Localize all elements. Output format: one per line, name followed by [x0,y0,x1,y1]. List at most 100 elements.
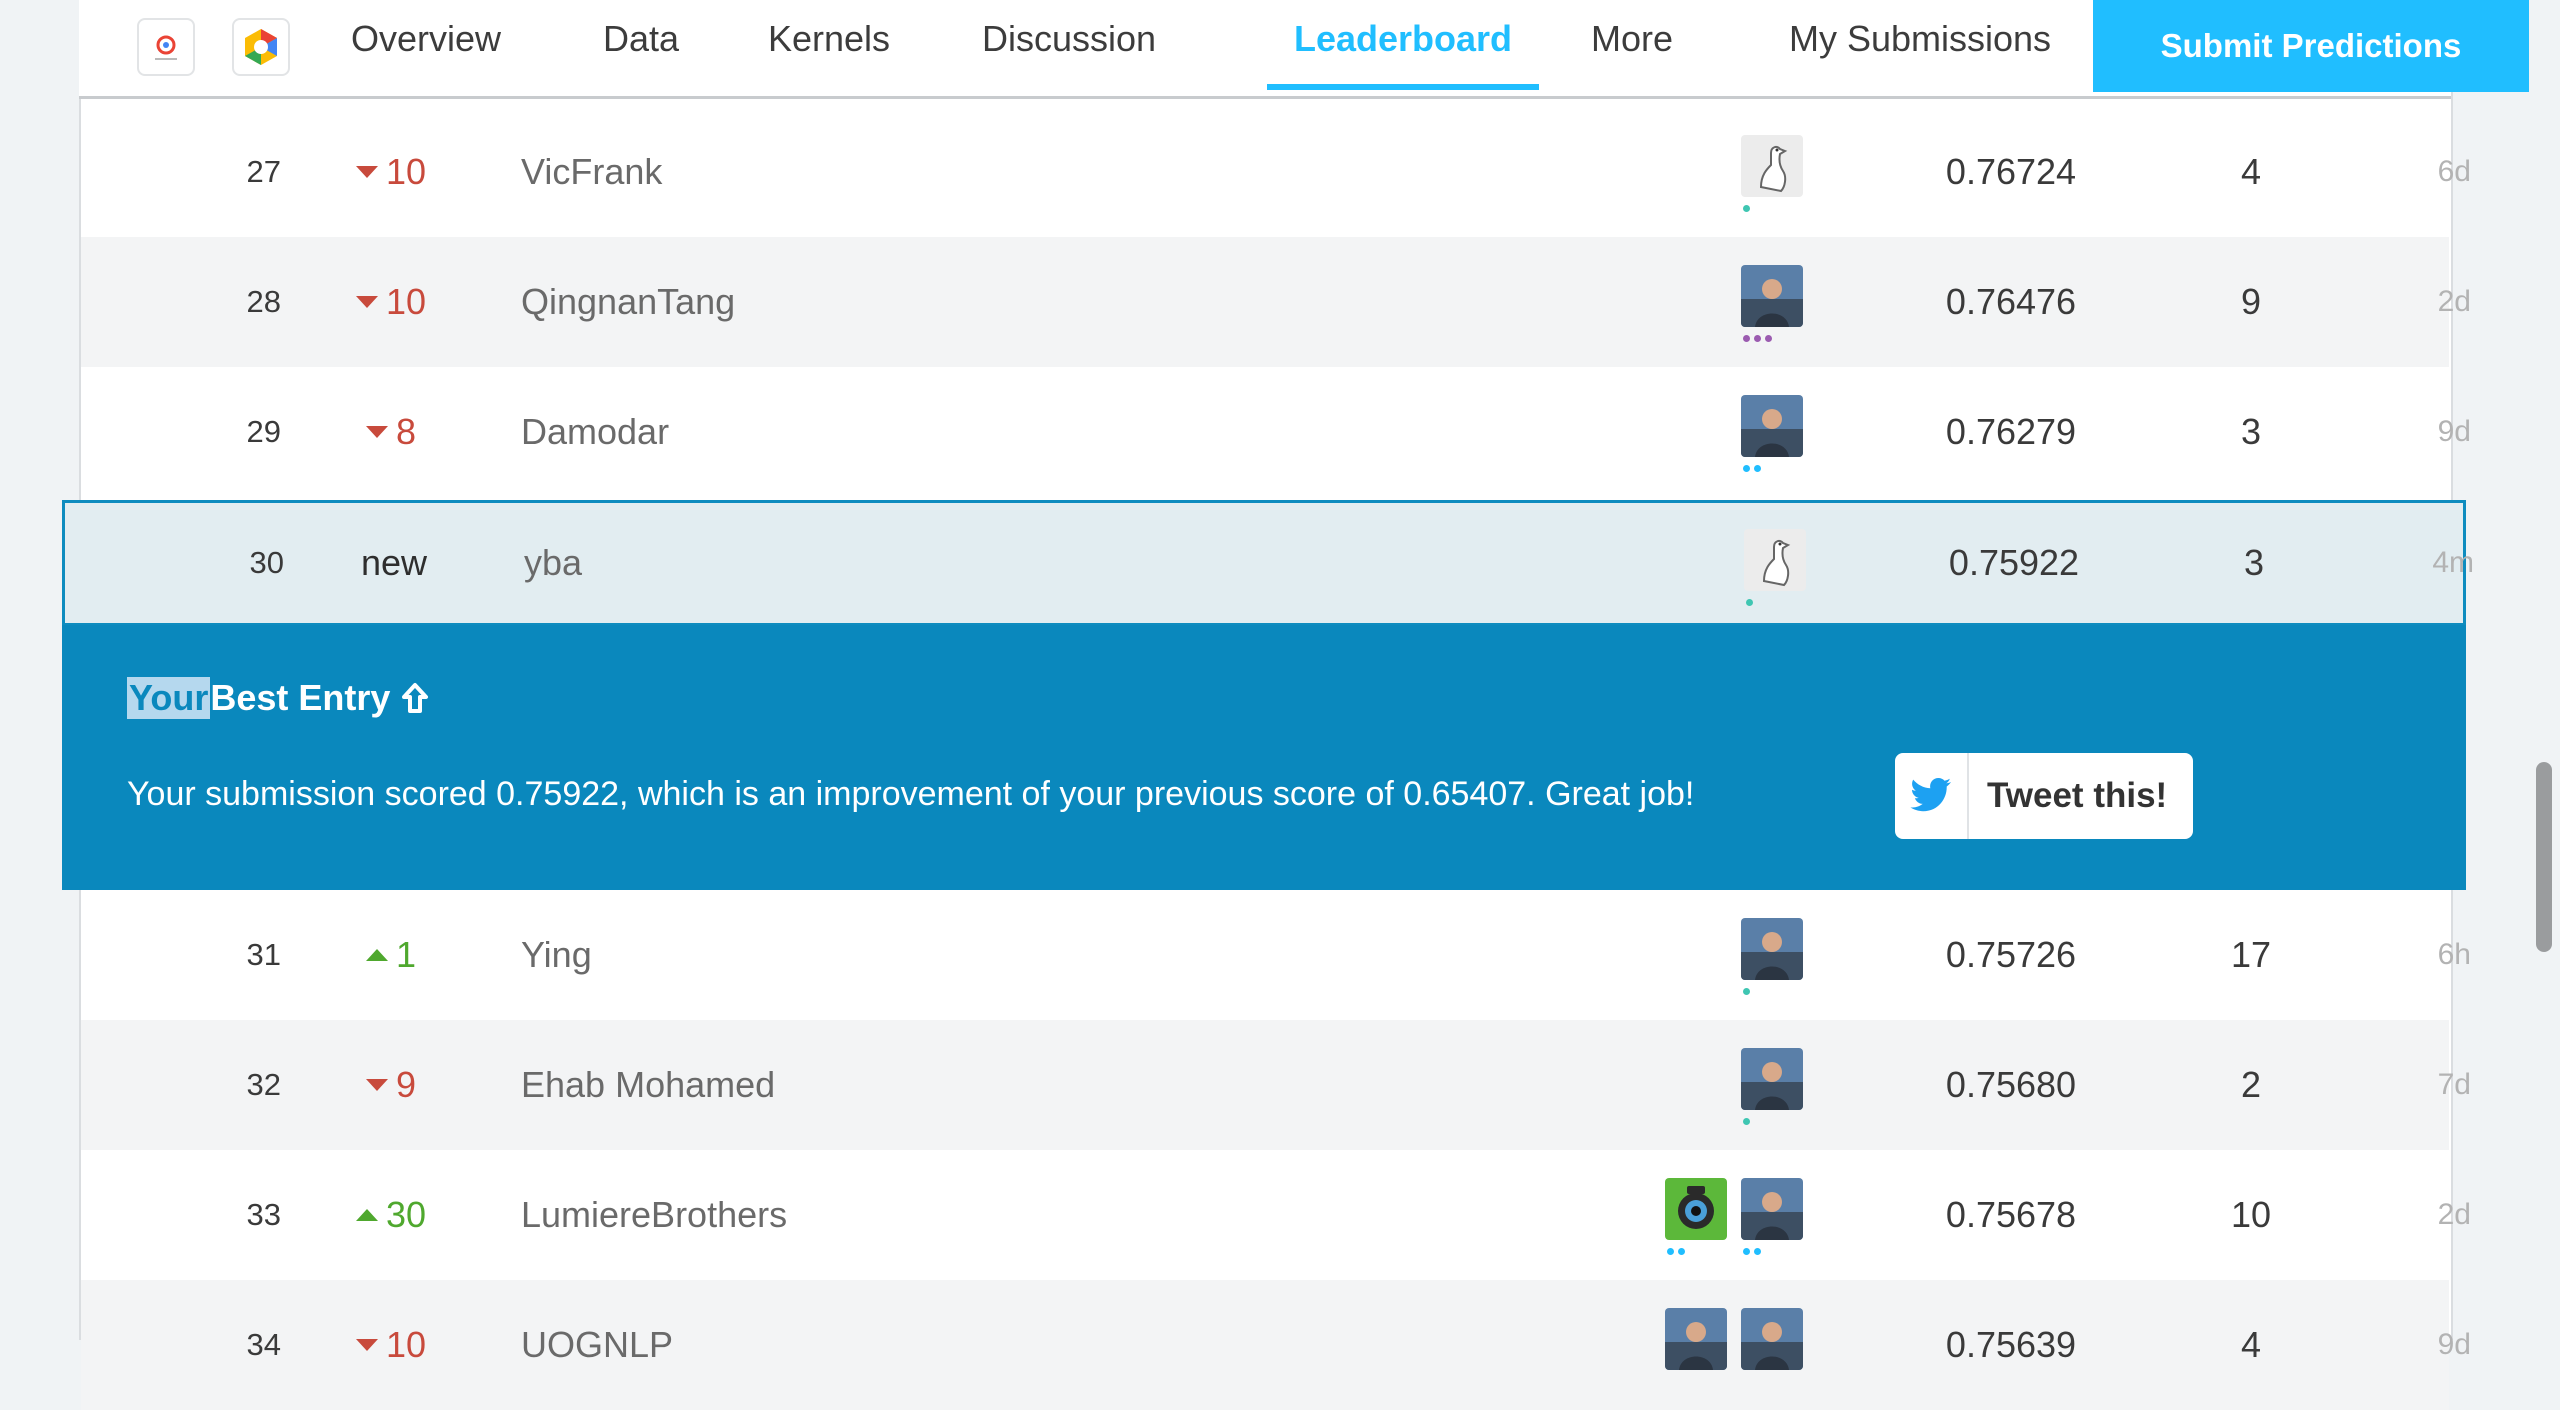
rank-change-cell: 10 [301,1280,481,1410]
rank-change-cell: new [304,503,484,623]
rank-cell: 27 [246,154,281,189]
last-submission-cell: 7d [2437,1068,2471,1101]
last-submission-cell: 9d [2437,415,2471,448]
team-name[interactable]: LumiereBrothers [521,1150,787,1280]
photo-avatar[interactable] [1665,1308,1727,1370]
triangle-down-icon [365,1079,388,1091]
score-cell: 0.75680 [1945,1064,2077,1105]
last-submission-cell: 6d [2437,155,2471,188]
tier-dot [1743,205,1750,212]
entries-cell: 10 [2230,1194,2272,1235]
photo-avatar[interactable] [1741,265,1803,327]
rank-cell: 29 [246,414,281,449]
tab-overview[interactable]: Overview [331,0,521,80]
rank-cell: 30 [249,545,284,580]
photo-avatar[interactable] [1741,395,1803,457]
tier-dots [1743,465,1761,472]
leaderboard-row[interactable]: 29 8 Damodar 0.76279 3 9d [81,367,2471,497]
best-entry-title-text: Best Entry [210,677,391,718]
entries-cell: 3 [2240,411,2262,452]
tab-kernels[interactable]: Kernels [729,0,929,80]
submit-predictions-button[interactable]: Submit Predictions [2093,0,2529,92]
rank-change-cell: 1 [301,890,481,1020]
tier-dots [1743,205,1750,212]
leaderboard-row-current-user[interactable]: 30 new yba 0.75922 3 4m [62,500,2474,626]
competition-logo[interactable] [232,18,290,76]
tier-dot [1667,1248,1674,1255]
tier-dot [1743,335,1750,342]
entries-cell: 9 [2240,281,2262,322]
best-entry-message: Your submission scored 0.75922, which is… [127,775,1695,813]
leaderboard-row[interactable]: 28 10 QingnanTang 0.76476 9 2d [81,237,2471,367]
tab-my-submissions[interactable]: My Submissions [1765,0,2075,80]
triangle-down-icon [355,166,378,178]
rank-change-value: 30 [385,1194,427,1235]
rank-change-cell: 8 [301,367,481,497]
rank-change-value: new [360,542,428,583]
team-name[interactable]: VicFrank [521,107,662,237]
leaderboard-row[interactable]: 33 30 LumiereBrothers 0.75678 10 2d [81,1150,2471,1280]
tier-dot [1743,1248,1750,1255]
page-scrollbar[interactable] [2536,762,2552,952]
last-submission-cell: 4m [2432,546,2474,579]
entries-cell: 3 [2243,542,2265,583]
leaderboard-row[interactable]: 27 10 VicFrank 0.76724 4 6d [81,107,2471,237]
goose-avatar[interactable] [1744,529,1806,591]
active-tab-indicator [1267,84,1539,90]
rank-cell: 32 [246,1067,281,1102]
score-cell: 0.75678 [1945,1194,2077,1235]
team-name[interactable]: QingnanTang [521,237,735,367]
tweet-this-label: Tweet this! [1987,776,2168,815]
hexagon-logo-icon [245,29,277,65]
leaderboard-row[interactable]: 31 1 Ying 0.75726 17 6h [81,890,2471,1020]
score-cell: 0.76724 [1945,151,2077,192]
rank-cell: 28 [246,284,281,319]
photo-avatar[interactable] [1741,918,1803,980]
tier-dot [1754,1248,1761,1255]
team-name[interactable]: Damodar [521,367,669,497]
entries-cell: 4 [2240,151,2262,192]
last-submission-cell: 2d [2437,1198,2471,1231]
tier-dots [1743,1248,1761,1255]
tier-dots [1743,335,1772,342]
rank-change-value: 8 [395,411,417,452]
google-cloud-logo[interactable] [137,18,195,76]
team-name[interactable]: Ehab Mohamed [521,1020,775,1150]
rank-cell: 31 [246,937,281,972]
tab-leaderboard[interactable]: Leaderboard [1267,0,1539,80]
score-cell: 0.75726 [1945,934,2077,975]
twitter-bird-icon [1910,778,1951,812]
tier-dot [1754,335,1761,342]
team-name[interactable]: UOGNLP [521,1280,673,1410]
tier-dots [1743,1118,1750,1125]
tab-discussion[interactable]: Discussion [937,0,1201,80]
rank-change-cell: 9 [301,1020,481,1150]
arrow-up-icon [402,683,429,713]
google-cloud-icon [155,35,177,60]
tab-data[interactable]: Data [571,0,711,80]
tier-dot [1678,1248,1685,1255]
entries-cell: 4 [2240,1324,2262,1365]
triangle-up-icon [365,949,388,961]
rank-change-value: 1 [395,934,417,975]
best-entry-title-highlight: Your [127,677,211,719]
tier-dots [1746,599,1753,606]
goose-avatar[interactable] [1741,135,1803,197]
team-name[interactable]: Ying [521,890,592,1020]
triangle-down-icon [355,296,378,308]
team-name[interactable]: yba [524,503,582,623]
rank-cell: 34 [246,1327,281,1362]
tier-dot [1743,988,1750,995]
photo-avatar[interactable] [1741,1048,1803,1110]
photo-avatar[interactable] [1741,1308,1803,1370]
rank-change-value: 10 [385,151,427,192]
photo-avatar[interactable] [1741,1178,1803,1240]
tab-more[interactable]: More [1559,0,1705,80]
tweet-this-button[interactable]: Tweet this! [1895,753,2193,839]
score-cell: 0.76279 [1945,411,2077,452]
camera-avatar[interactable] [1665,1178,1727,1240]
score-cell: 0.75639 [1945,1324,2077,1365]
leaderboard-row[interactable]: 32 9 Ehab Mohamed 0.75680 2 7d [81,1020,2471,1150]
leaderboard-row[interactable]: 34 10 UOGNLP 0.75639 4 9d [81,1280,2471,1410]
rank-change-value: 10 [385,1324,427,1365]
